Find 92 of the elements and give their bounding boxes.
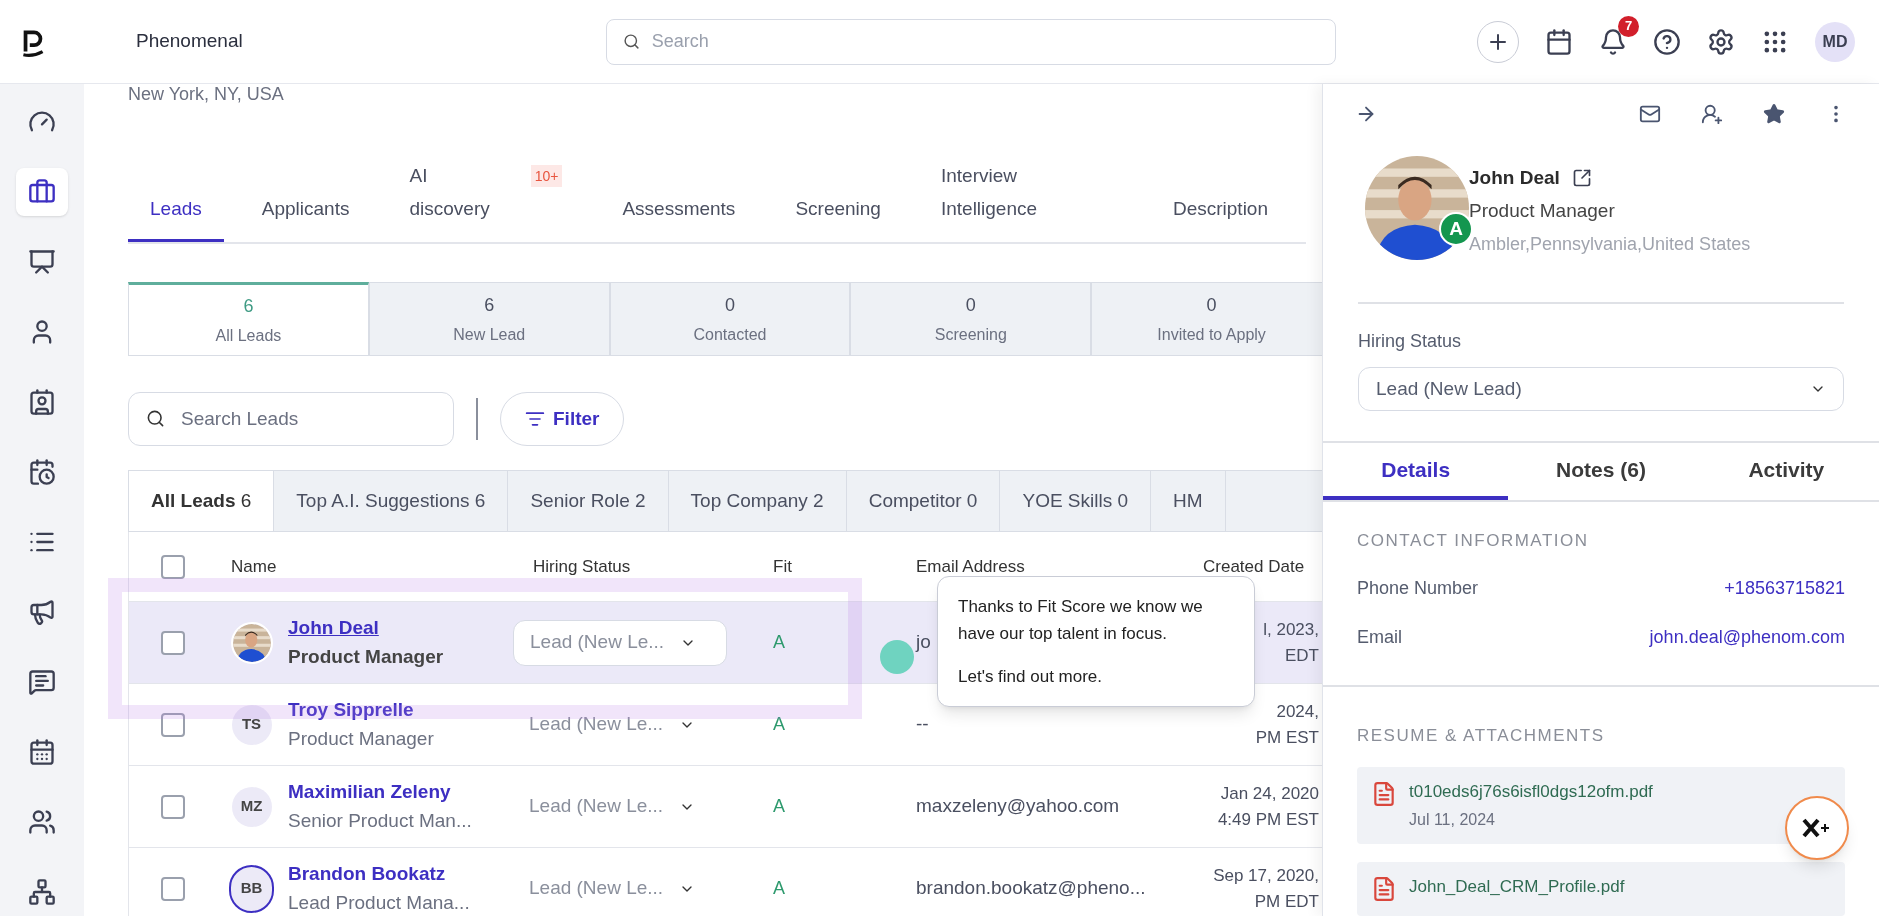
tab[interactable]: Assessments (600, 192, 758, 242)
column-header: Created Date (1203, 556, 1305, 576)
tab[interactable]: Interview Intelligence (918, 159, 1135, 242)
email-text: jo (916, 631, 931, 653)
section-heading: CONTACT INFORMATION (1357, 529, 1590, 552)
email-text: maxzeleny@yahoo.com (916, 795, 1120, 817)
row-checkbox[interactable] (161, 630, 185, 655)
fit-score: A (773, 878, 785, 898)
initials-avatar: BB (229, 864, 274, 913)
row-checkbox[interactable] (161, 876, 185, 901)
filter-tab[interactable]: Top Company 2 (668, 471, 847, 531)
panel-tab[interactable]: Details (1323, 443, 1509, 500)
panel-tab[interactable]: Activity (1693, 443, 1879, 500)
filter-tab[interactable]: Competitor 0 (846, 471, 1001, 531)
panel-tab[interactable]: Notes (6) (1508, 443, 1694, 500)
fit-score: A (773, 714, 785, 734)
created-date-text: l, 2023, (1263, 618, 1319, 641)
column-header: Email Address (916, 556, 1025, 576)
tab[interactable]: Applicants (239, 192, 372, 242)
created-date-text: Sep 17, 2020, (1213, 864, 1319, 887)
stage-card[interactable]: 0 Screening (850, 282, 1092, 356)
created-date-text: PM EDT (1254, 890, 1319, 913)
app-name: Phenomenal (136, 29, 243, 54)
column-header: Name (231, 556, 277, 576)
contact-value-link[interactable]: john.deal@phenom.com (1649, 624, 1845, 651)
lead-name-link[interactable]: Maximilian Zeleny (288, 778, 451, 807)
candidate-name: John Deal (1469, 165, 1560, 190)
search-icon (146, 409, 165, 428)
floating-assistant-button[interactable] (1785, 796, 1849, 860)
attachment-card[interactable]: t010eds6j76s6isfl0dgs12ofm.pdf Jul 11, 2024 (1357, 766, 1845, 844)
briefcase-icon[interactable] (16, 168, 68, 216)
section-heading: RESUME & ATTACHMENTS (1357, 725, 1606, 747)
created-date-text: PM EST (1255, 726, 1319, 749)
lead-name-link[interactable]: Troy Sipprelle (288, 696, 414, 725)
lead-title: Lead Product Mana... (288, 890, 470, 915)
lead-name-link[interactable]: John Deal (288, 614, 379, 643)
column-header: Hiring Status (533, 556, 631, 576)
hiring-status-select[interactable]: Lead (New Lead) (1358, 366, 1844, 412)
pdf-icon (1371, 874, 1397, 904)
created-date-text: EDT (1285, 644, 1319, 667)
filter-tab[interactable]: HM (1151, 471, 1226, 531)
notification-badge: 7 (1618, 15, 1639, 37)
stage-card[interactable]: 0 Invited to Apply (1091, 282, 1322, 356)
fit-score: A (773, 796, 785, 816)
star-icon[interactable] (1763, 102, 1785, 125)
select-all-checkbox[interactable] (161, 554, 185, 579)
filter-tab[interactable]: Senior Role 2 (508, 471, 669, 531)
row-checkbox[interactable] (161, 794, 185, 819)
filter-tab[interactable]: Top A.I. Suggestions 6 (274, 471, 509, 531)
tab[interactable]: Screening (773, 192, 903, 242)
stage-card[interactable]: 6 All Leads (128, 282, 369, 356)
contact-label: Email (1357, 626, 1402, 649)
lead-title: Product Manager (288, 726, 434, 751)
count-badge: 10+ (530, 165, 563, 187)
user-avatar[interactable]: MD (1815, 21, 1855, 62)
created-date-text: 2024, (1276, 700, 1319, 723)
settings-icon[interactable] (1707, 27, 1735, 56)
stage-card[interactable]: 0 Contacted (609, 282, 851, 356)
user-add-icon[interactable] (1701, 102, 1723, 125)
fit-score: A (773, 632, 785, 652)
filter-icon (525, 409, 545, 429)
tab[interactable]: AI discovery 10+ (387, 159, 585, 242)
file-name: t010eds6j76s6isfl0dgs12ofm.pdf (1409, 780, 1653, 803)
search-field[interactable]: Search (605, 18, 1336, 65)
filter-tab[interactable]: YOE Skills 0 (1000, 471, 1152, 531)
email-text: brandon.bookatz@pheno... (916, 877, 1146, 899)
email-text: -- (916, 713, 929, 735)
assistant-icon (1802, 818, 1832, 838)
external-link-icon[interactable] (1571, 168, 1592, 189)
initials-avatar: MZ (231, 786, 272, 827)
attachment-card[interactable]: John_Deal_CRM_Profile.pdf (1357, 862, 1845, 916)
lead-name-link[interactable]: Brandon Bookatz (288, 860, 446, 889)
file-date: Jul 11, 2024 (1409, 810, 1496, 830)
contact-value-link[interactable]: +18563715821 (1724, 575, 1845, 602)
stage-card[interactable]: 6 New Lead (368, 282, 610, 356)
lead-title: Product Manager (288, 644, 444, 669)
search-leads-field[interactable]: Search Leads (128, 392, 454, 446)
file-name: John_Deal_CRM_Profile.pdf (1409, 876, 1625, 898)
field-label: Hiring Status (1358, 329, 1463, 353)
help-icon[interactable] (1653, 27, 1681, 56)
calendar-icon[interactable] (1545, 27, 1573, 56)
location-text: New York, NY, USA (128, 84, 285, 106)
contact-label: Phone Number (1357, 577, 1479, 600)
column-header: Fit (773, 556, 792, 576)
created-date-text: Jan 24, 2020 (1220, 782, 1319, 805)
tab[interactable]: Leads (128, 192, 224, 242)
lead-title: Senior Product Man... (288, 808, 472, 833)
created-date-text: 4:49 PM EST (1217, 808, 1319, 831)
filter-tab[interactable]: All Leads 6 (129, 471, 275, 531)
notifications-icon[interactable] (1599, 27, 1627, 56)
search-icon (622, 32, 640, 50)
tab[interactable]: Description (1150, 192, 1290, 242)
